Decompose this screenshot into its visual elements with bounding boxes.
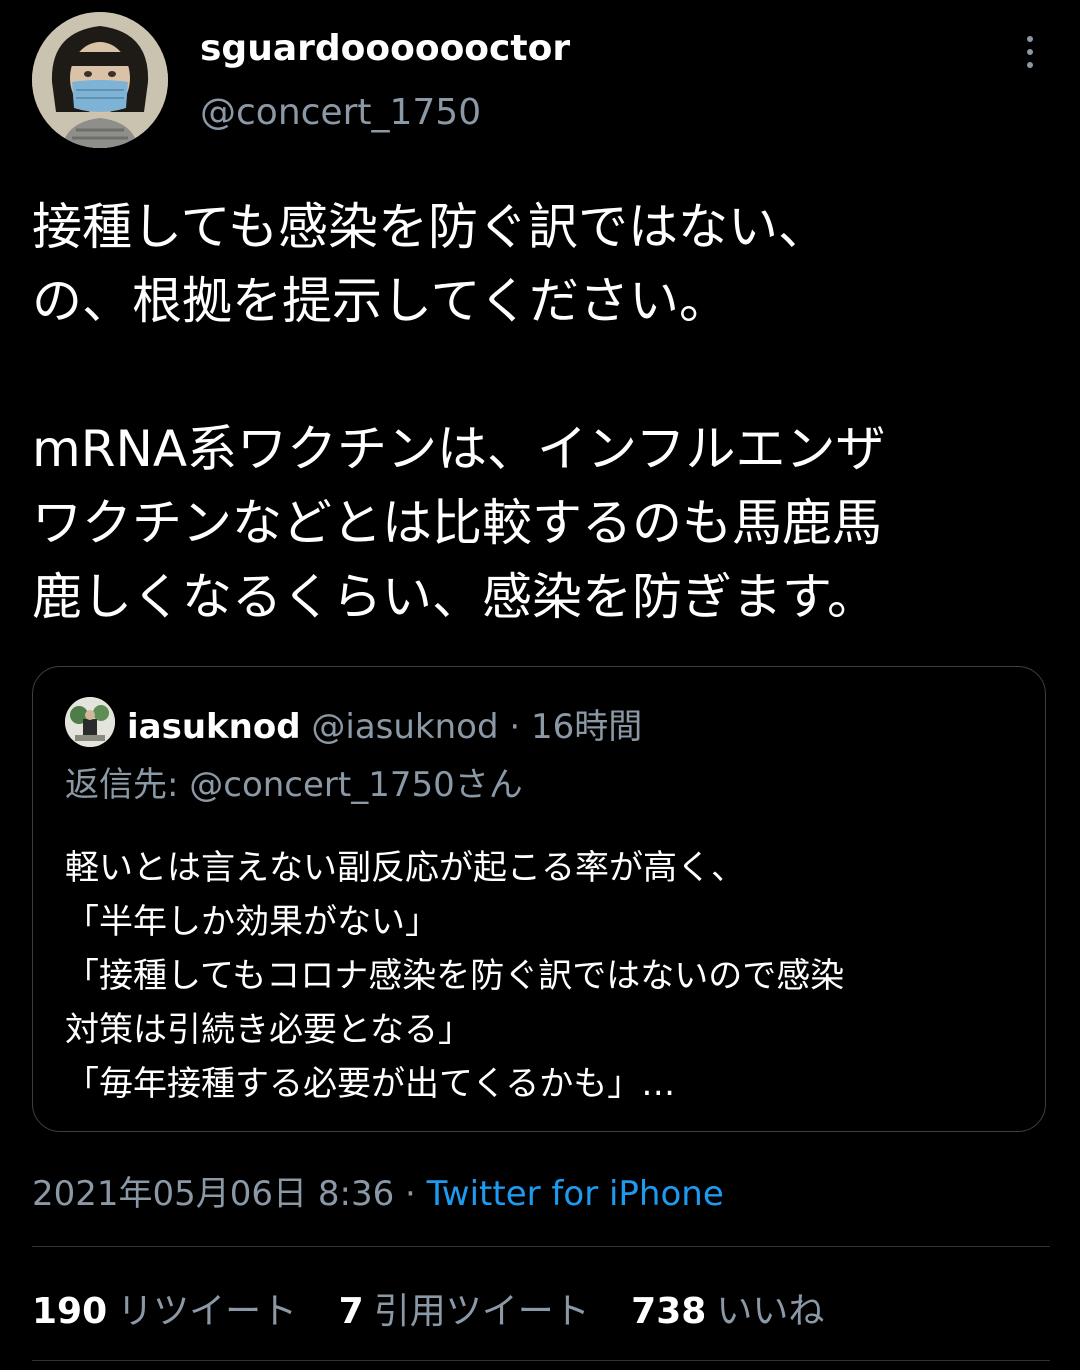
tweet-line: 接種しても感染を防ぐ訳ではない、 <box>32 198 828 256</box>
likes-label: いいね <box>716 1291 825 1332</box>
retweets-stat[interactable]: 190 リツイート <box>32 1291 297 1332</box>
quoted-author-handle[interactable]: @iasuknod <box>311 707 498 747</box>
divider <box>32 1246 1050 1247</box>
quoted-line: 対策は引続き必要となる」 <box>65 1010 472 1050</box>
tweet-line: 鹿しくなるくらい、感染を防ぎます。 <box>32 568 877 626</box>
retweets-label: リツイート <box>117 1291 298 1332</box>
more-vertical-icon[interactable] <box>1010 36 1050 76</box>
tweet-datetime[interactable]: 2021年05月06日 8:36 <box>32 1174 394 1214</box>
header-separator: · <box>509 707 521 747</box>
avatar-illustration <box>32 12 168 148</box>
quoted-author-avatar[interactable] <box>65 697 115 747</box>
quoted-tweet-text: 軽いとは言えない副反応が起こる率が高く、 「半年しか効果がない」 「接種してもコ… <box>65 841 844 1111</box>
likes-stat[interactable]: 738 いいね <box>631 1291 824 1332</box>
quotes-count: 7 <box>338 1291 364 1332</box>
tweet-meta: 2021年05月06日 8:36 · Twitter for iPhone <box>32 1166 724 1215</box>
tweet-line: の、根拠を提示してください。 <box>32 272 729 330</box>
quotes-label: 引用ツイート <box>373 1291 590 1332</box>
author-handle[interactable]: @concert_1750 <box>200 92 481 133</box>
author-name[interactable]: sguardooooooctor <box>200 28 570 69</box>
divider <box>32 1360 1050 1361</box>
quoted-time: 16時間 <box>530 707 643 747</box>
quoted-author-name[interactable]: iasuknod <box>127 707 301 747</box>
retweets-count: 190 <box>32 1291 108 1332</box>
author-avatar[interactable] <box>32 12 168 148</box>
quoted-avatar-illustration <box>65 697 115 747</box>
reply-to-label: 返信先: @concert_1750さん <box>65 765 523 805</box>
quotes-stat[interactable]: 7 引用ツイート <box>339 1291 590 1332</box>
tweet-text: 接種しても感染を防ぐ訳ではない、 の、根拠を提示してください。 mRNA系ワクチ… <box>32 190 1052 634</box>
tweet-stats: 190 リツイート 7 引用ツイート 738 いいね <box>32 1282 854 1334</box>
quoted-line: 「接種してもコロナ感染を防ぐ訳ではないので感染 <box>65 956 845 996</box>
quoted-line: 「毎年接種する必要が出てくるかも」… <box>65 1064 676 1104</box>
quoted-line: 軽いとは言えない副反応が起こる率が高く、 <box>65 848 745 888</box>
likes-count: 738 <box>631 1291 707 1332</box>
tweet-source-link[interactable]: Twitter for iPhone <box>427 1174 724 1214</box>
quoted-tweet-card[interactable]: iasuknod @iasuknod · 16時間 返信先: @concert_… <box>32 666 1046 1132</box>
tweet-line: mRNA系ワクチンは、インフルエンザ <box>32 420 886 478</box>
tweet-line: ワクチンなどとは比較するのも馬鹿馬 <box>32 494 882 552</box>
quoted-tweet-header: iasuknod @iasuknod · 16時間 <box>127 699 642 748</box>
meta-separator: · <box>405 1174 416 1214</box>
quoted-line: 「半年しか効果がない」 <box>65 902 439 942</box>
